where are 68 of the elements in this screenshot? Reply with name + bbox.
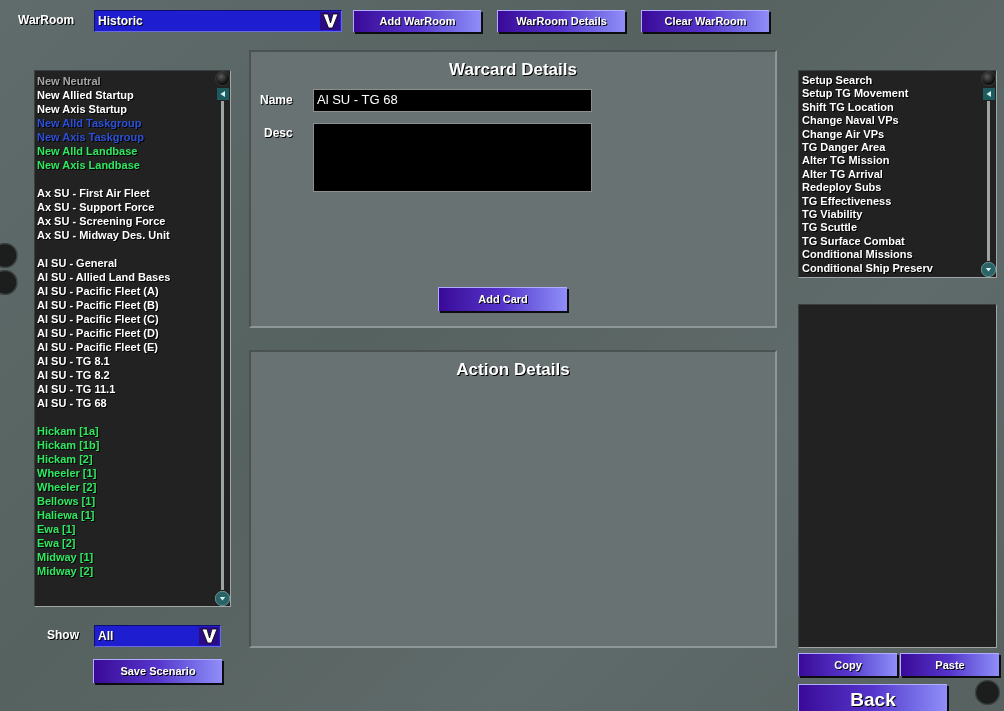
list-item[interactable]: Al SU - TG 8.1 [37,354,215,368]
show-dropdown[interactable]: All [94,625,221,647]
list-item[interactable]: Al SU - TG 11.1 [37,382,215,396]
list-item[interactable]: Ax SU - First Air Fleet [37,186,215,200]
chevron-down-icon[interactable] [320,12,340,30]
list-item[interactable]: Al SU - Pacific Fleet (A) [37,284,215,298]
list-item[interactable]: Al SU - Pacific Fleet (C) [37,312,215,326]
add-card-button[interactable]: Add Card [438,286,567,311]
list-item[interactable]: Midway [1] [37,550,215,564]
list-item[interactable]: Al SU - Pacific Fleet (E) [37,340,215,354]
list-item[interactable]: Conditional Ship Preserv [802,261,981,276]
chevron-down-icon[interactable] [199,627,219,645]
panel-title: Action Details [456,359,570,381]
list-item[interactable]: Ewa [2] [37,536,215,550]
list-item[interactable]: TG Surface Combat [802,234,981,249]
list-item[interactable]: Shift TG Location [802,100,981,115]
list-item[interactable]: Setup Search [802,74,981,88]
list-item[interactable]: Al SU - Pacific Fleet (D) [37,326,215,340]
list-item[interactable]: Haliewa [1] [37,508,215,522]
list-item[interactable]: Redeploy Subs [802,181,981,195]
list-item[interactable]: New Axis Landbase [37,158,215,172]
list-item[interactable]: New Alld Landbase [37,144,215,158]
list-item[interactable]: Hickam [2] [37,452,215,466]
warroom-label: WarRoom [18,12,76,29]
list-item[interactable]: Al SU - Pacific Fleet (B) [37,298,215,312]
list-item[interactable]: New Allied Startup [37,88,215,102]
toolbar-button[interactable]: WarRoom Details [497,10,625,32]
list-item[interactable]: TG Viability [802,208,981,222]
list-item[interactable]: Bellows [1] [37,494,215,508]
list-item[interactable]: New Neutral [37,74,215,88]
paste-button[interactable]: Paste [900,653,999,676]
list-item[interactable]: Al SU - TG 68 [37,396,215,410]
list-item[interactable]: TG Danger Area [802,141,981,155]
list-item[interactable]: Ax SU - Support Force [37,200,215,214]
list-item[interactable]: TG Effectiveness [802,194,981,209]
list-item[interactable]: Al SU - General [37,256,215,270]
name-label: Name [260,92,294,109]
desc-label: Desc [264,124,294,142]
list-item[interactable]: Al SU - TG 8.2 [37,368,215,382]
back-button[interactable]: Back [798,684,947,711]
list-item[interactable]: Conditional Missions [802,248,981,262]
list-item[interactable]: TG Scuttle [802,221,981,235]
warroom-dropdown[interactable]: Historic [94,10,342,32]
list-item[interactable]: Hickam [1a] [37,424,215,438]
panel-title: Warcard Details [449,59,577,81]
toolbar-button[interactable]: Clear WarRoom [641,10,769,32]
name-field[interactable]: Al SU - TG 68 [313,88,592,112]
toolbar-button[interactable]: Add WarRoom [353,10,481,32]
list-item[interactable]: New Axis Startup [37,102,215,116]
down-arrow-icon[interactable] [215,591,230,606]
desc-field[interactable] [313,122,592,192]
down-arrow-icon[interactable] [981,262,996,277]
list-item[interactable]: Setup TG Movement [802,87,981,101]
list-item[interactable]: Wheeler [2] [37,480,215,494]
save-scenario-button[interactable]: Save Scenario [93,659,222,683]
list-item[interactable]: Hickam [1b] [37,438,215,452]
list-item[interactable]: Midway [2] [37,564,215,578]
list-item[interactable]: Alter TG Arrival [802,167,981,182]
show-label: Show [47,627,80,644]
list-item[interactable]: Alter TG Mission [802,154,981,168]
list-item[interactable]: Change Naval VPs [802,114,981,128]
list-item[interactable]: Al SU - Allied Land Bases [37,270,215,284]
list-item[interactable]: Wheeler [1] [37,466,215,480]
list-item[interactable]: Ewa [1] [37,522,215,536]
copy-button[interactable]: Copy [798,653,897,676]
list-item[interactable]: Ax SU - Screening Force [37,214,215,228]
list-item[interactable]: Change Air VPs [802,127,981,142]
list-item[interactable]: Ax SU - Midway Des. Unit [37,228,215,242]
